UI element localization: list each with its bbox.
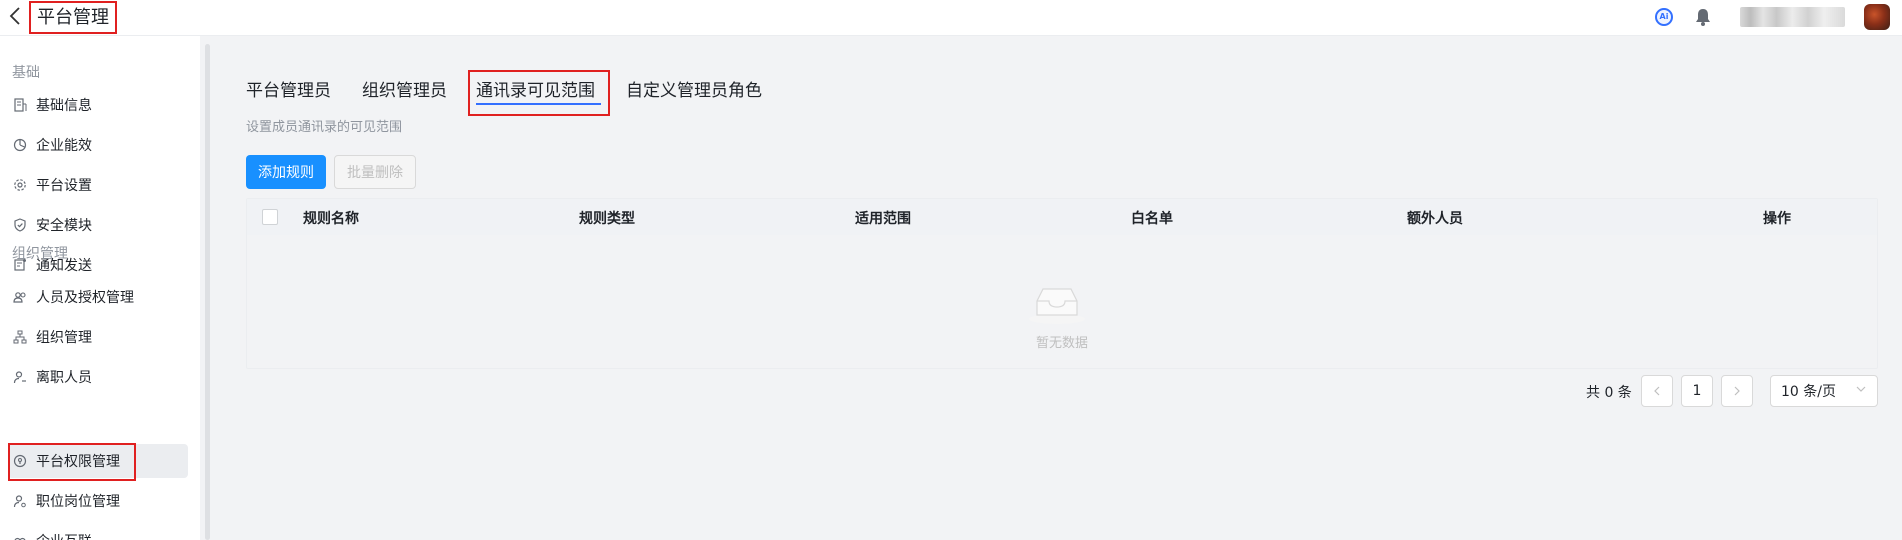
sidebar-item-positions[interactable]: 职位岗位管理 xyxy=(8,484,188,518)
tab-org-admins[interactable]: 组织管理员 xyxy=(362,78,447,104)
permission-icon xyxy=(12,453,28,469)
tab-custom-admin-roles[interactable]: 自定义管理员角色 xyxy=(626,78,762,104)
chevron-left-icon xyxy=(1654,386,1660,396)
sidebar-item-label: 基础信息 xyxy=(36,98,92,114)
sidebar-group-org: 组织管理 xyxy=(12,246,68,262)
sidebar-item-label: 组织管理 xyxy=(36,330,92,346)
sidebar-item-security[interactable]: 安全模块 xyxy=(8,208,188,242)
chevron-right-icon xyxy=(1734,386,1740,396)
page-size-select[interactable]: 10 条/页 xyxy=(1770,375,1878,407)
table-header: 规则名称 规则类型 适用范围 白名单 额外人员 操作 xyxy=(247,199,1877,235)
user-name-blurred[interactable] xyxy=(1740,7,1845,27)
page-size-value: 10 条/页 xyxy=(1781,384,1836,400)
sidebar-item-label: 安全模块 xyxy=(36,218,92,234)
gear-icon xyxy=(12,177,28,193)
tab-contacts-visibility[interactable]: 通讯录可见范围 xyxy=(476,78,595,104)
rules-table: 规则名称 规则类型 适用范围 白名单 额外人员 操作 暂无数据 xyxy=(246,198,1878,369)
bell-icon[interactable] xyxy=(1695,7,1711,27)
tab-description: 设置成员通讯录的可见范围 xyxy=(246,120,403,135)
top-header: 平台管理 Ai xyxy=(0,0,1902,36)
empty-inbox-icon xyxy=(1027,281,1087,325)
active-tab-underline xyxy=(476,103,601,105)
user-job-icon xyxy=(12,493,28,509)
sidebar-item-enterprise-link[interactable]: 企业互联 xyxy=(8,524,188,540)
link-icon xyxy=(12,533,28,540)
sidebar-item-platform-settings[interactable]: 平台设置 xyxy=(8,168,188,202)
sidebar-item-label: 职位岗位管理 xyxy=(36,494,120,510)
sidebar-item-label: 人员及授权管理 xyxy=(36,290,134,306)
avatar[interactable] xyxy=(1864,4,1890,30)
sidebar-group-basic: 基础 xyxy=(12,65,40,81)
select-all-checkbox[interactable] xyxy=(262,209,278,225)
sidebar-item-label: 企业互联 xyxy=(36,531,92,540)
sidebar-item-org-management[interactable]: 组织管理 xyxy=(8,320,188,354)
back-arrow-icon[interactable] xyxy=(8,5,26,29)
users-icon xyxy=(12,289,28,305)
column-header-rule-type: 规则类型 xyxy=(579,211,635,227)
column-header-rule-name: 规则名称 xyxy=(303,211,359,227)
chevron-down-icon xyxy=(1855,383,1867,398)
sidebar-scrollbar[interactable] xyxy=(205,44,210,540)
sidebar-item-label: 平台权限管理 xyxy=(36,454,120,470)
empty-state-text: 暂无数据 xyxy=(1035,336,1088,351)
sidebar-item-label: 平台设置 xyxy=(36,178,92,194)
tab-platform-admins[interactable]: 平台管理员 xyxy=(246,78,331,104)
sidebar-item-platform-permissions[interactable]: 平台权限管理 xyxy=(8,444,188,478)
page-title: 平台管理 xyxy=(29,1,117,34)
user-leave-icon xyxy=(12,369,28,385)
building-icon xyxy=(12,97,28,113)
pagination-prev-button[interactable] xyxy=(1641,375,1673,407)
pagination-total: 共 0 条 xyxy=(1586,385,1632,401)
sidebar-item-users-auth[interactable]: 人员及授权管理 xyxy=(8,280,188,314)
batch-delete-button[interactable]: 批量删除 xyxy=(334,155,416,189)
org-tree-icon xyxy=(12,329,28,345)
chart-pie-icon xyxy=(12,137,28,153)
sidebar-item-former-staff[interactable]: 离职人员 xyxy=(8,360,188,394)
sidebar-item-basic-info[interactable]: 基础信息 xyxy=(8,88,188,122)
ai-assistant-icon[interactable]: Ai xyxy=(1655,8,1673,26)
sidebar-item-label: 离职人员 xyxy=(36,370,92,386)
sidebar: 基础 基础信息 企业能效 平台设置 安全模块 通知发送 组织管理 人员及授权管理… xyxy=(0,36,200,540)
column-header-actions: 操作 xyxy=(1763,211,1791,227)
sidebar-item-label: 企业能效 xyxy=(36,138,92,154)
pagination-page-1[interactable]: 1 xyxy=(1681,375,1713,407)
pagination-next-button[interactable] xyxy=(1721,375,1753,407)
column-header-whitelist: 白名单 xyxy=(1131,211,1173,227)
shield-icon xyxy=(12,217,28,233)
sidebar-item-efficiency[interactable]: 企业能效 xyxy=(8,128,188,162)
column-header-extra-members: 额外人员 xyxy=(1407,211,1463,227)
column-header-scope: 适用范围 xyxy=(855,211,911,227)
add-rule-button[interactable]: 添加规则 xyxy=(246,155,326,189)
